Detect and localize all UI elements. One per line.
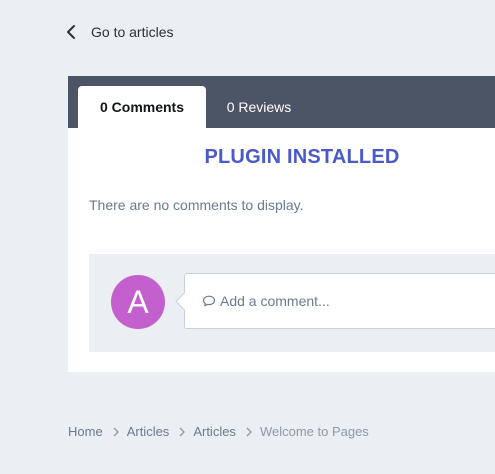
breadcrumb-current-page: Welcome to Pages <box>259 424 369 439</box>
breadcrumb-articles[interactable]: Articles <box>127 424 170 439</box>
chevron-left-icon <box>66 22 80 42</box>
tab-reviews[interactable]: 0 Reviews <box>214 86 304 128</box>
comment-composer: A Add a comment... <box>89 254 495 352</box>
back-to-articles-link[interactable]: Go to articles <box>66 22 173 42</box>
breadcrumb: Home Articles Articles Welcome to Pages <box>68 424 369 439</box>
comment-placeholder: Add a comment... <box>220 293 330 309</box>
add-comment-input[interactable]: Add a comment... <box>184 273 495 329</box>
plugin-installed-notice: PLUGIN INSTALLED <box>204 146 400 168</box>
comments-panel: 0 Comments 0 Reviews PLUGIN INSTALLED Th… <box>68 76 495 372</box>
empty-comments-message: There are no comments to display. <box>89 197 304 213</box>
chevron-right-icon <box>112 427 120 437</box>
breadcrumb-home[interactable]: Home <box>68 424 103 439</box>
back-link-label: Go to articles <box>91 24 174 40</box>
chevron-right-icon <box>245 427 253 437</box>
breadcrumb-articles-category[interactable]: Articles <box>193 424 236 439</box>
tab-comments[interactable]: 0 Comments <box>78 86 206 128</box>
speech-bubble-icon <box>202 294 216 308</box>
avatar: A <box>111 275 165 329</box>
tab-bar: 0 Comments 0 Reviews <box>68 76 495 128</box>
chevron-right-icon <box>178 427 186 437</box>
